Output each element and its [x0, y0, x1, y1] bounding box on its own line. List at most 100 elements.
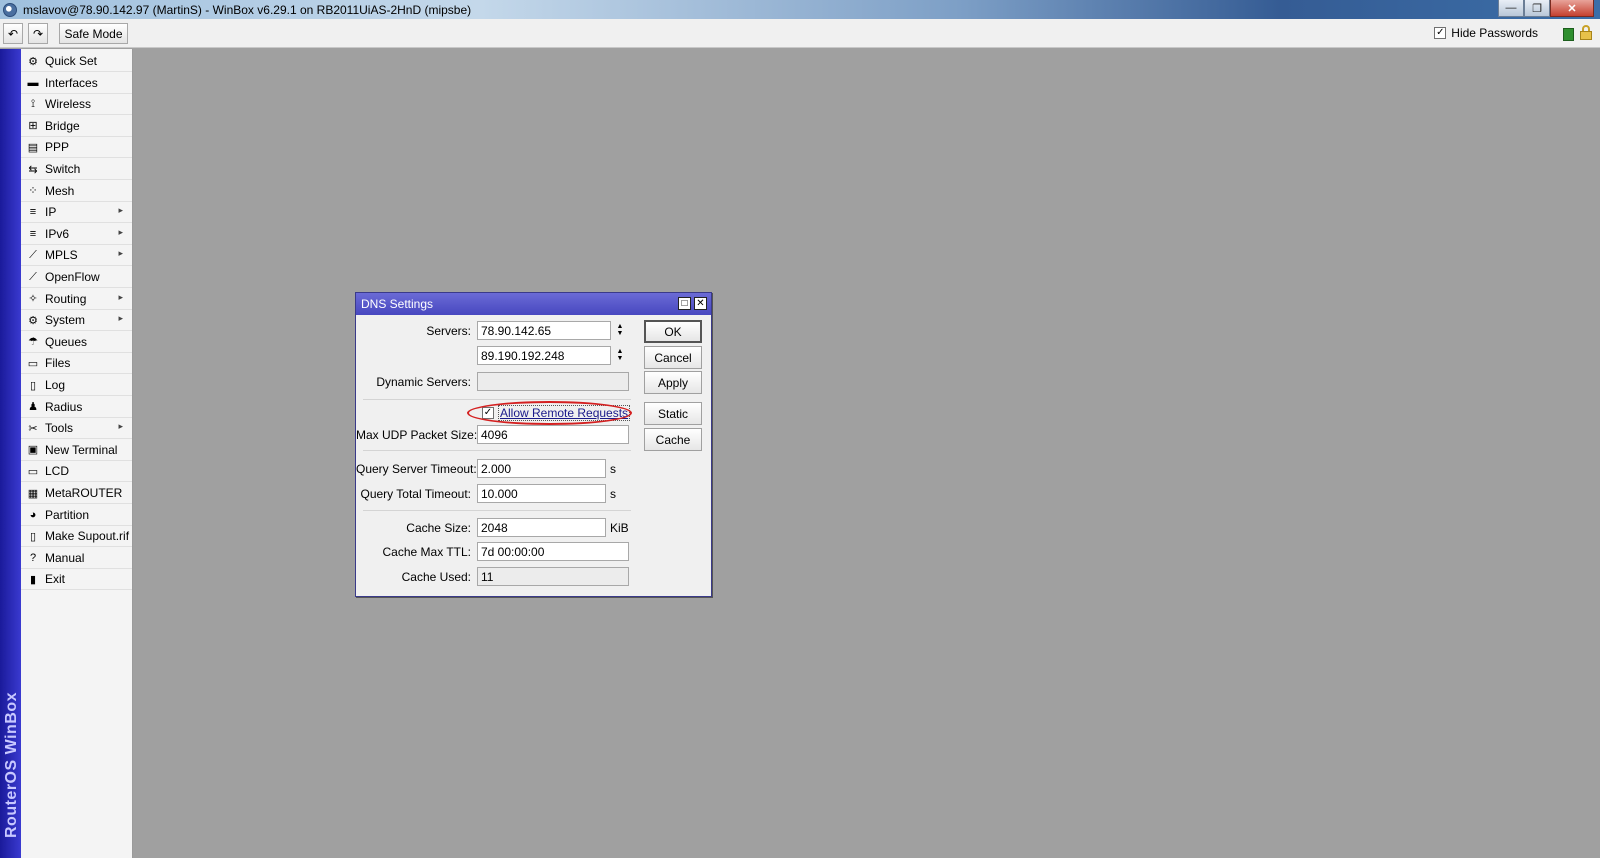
submenu-arrow-icon: ▸: [118, 205, 123, 216]
mesh-icon: ⁘: [28, 185, 38, 198]
server-1-updown-icon[interactable]: ▲ ▼: [615, 323, 625, 337]
menu-item-system[interactable]: ⚙ System ▸: [21, 310, 132, 332]
max-udp-packet-size-input[interactable]: 4096: [477, 425, 629, 444]
menu-item-label: New Terminal: [45, 442, 118, 457]
main-menu: ⚙ Quick Set ▬ Interfaces ⟟ Wireless ⊞ Bridge ▤ PP…: [21, 49, 133, 858]
bridge-icon: ⊞: [28, 120, 38, 133]
dialog-maximize-icon[interactable]: □: [678, 297, 691, 310]
menu-item-ip[interactable]: ≡ IP ▸: [21, 202, 132, 224]
log-icon: ▯: [29, 379, 37, 392]
routing-icon: ✧: [28, 293, 38, 306]
cache-size-label: Cache Size:: [406, 521, 471, 535]
menu-item-label: MetaROUTER: [45, 486, 123, 500]
menu-item-terminal[interactable]: ▣ New Terminal: [21, 440, 132, 461]
mpls-icon: ⟋: [29, 248, 37, 261]
dns-settings-dialog: DNS Settings □ ✕ Servers: 78.90.142.65 ▲…: [355, 292, 712, 597]
menu-item-ppp[interactable]: ▤ PPP: [21, 137, 132, 159]
submenu-arrow-icon: ▸: [118, 248, 123, 259]
query-server-timeout-unit: s: [610, 462, 616, 476]
menu-item-files[interactable]: ▭ Files: [21, 353, 132, 375]
ip-icon: ≡: [29, 206, 37, 219]
submenu-arrow-icon: ▸: [118, 226, 123, 237]
menu-item-exit[interactable]: ▮ Exit: [21, 569, 132, 591]
menu-item-label: Manual: [45, 550, 85, 565]
menu-item-label: System: [45, 313, 86, 328]
menu-item-queues[interactable]: ☂ Queues: [21, 332, 132, 353]
separator: [363, 399, 631, 400]
menu-item-label: Mesh: [45, 183, 75, 198]
max-udp-packet-size-label: Max UDP Packet Size:: [356, 428, 478, 442]
cancel-button[interactable]: Cancel: [644, 346, 702, 369]
redo-button[interactable]: ↷: [28, 23, 48, 44]
dialog-close-icon[interactable]: ✕: [694, 297, 707, 310]
ok-button[interactable]: OK: [644, 320, 702, 343]
close-window-button[interactable]: ✕: [1550, 0, 1594, 17]
submenu-arrow-icon: ▸: [118, 313, 123, 324]
menu-item-log[interactable]: ▯ Log: [21, 375, 132, 396]
menu-item-radius[interactable]: ♟ Radius: [21, 397, 132, 418]
menu-item-label: PPP: [45, 140, 70, 155]
static-button[interactable]: Static: [644, 402, 702, 425]
menu-item-openflow[interactable]: ⟋ OpenFlow: [21, 267, 132, 288]
menu-item-label: Exit: [45, 572, 66, 587]
menu-item-label: Log: [45, 378, 66, 392]
cache-max-ttl-input[interactable]: 7d 00:00:00: [477, 542, 629, 561]
server-2-input[interactable]: 89.190.192.248: [477, 346, 611, 365]
server-2-updown-icon[interactable]: ▲ ▼: [615, 348, 625, 362]
cache-button[interactable]: Cache: [644, 428, 702, 451]
query-server-timeout-label: Query Server Timeout:: [356, 462, 477, 476]
menu-item-mpls[interactable]: ⟋ MPLS ▸: [21, 245, 132, 267]
allow-remote-requests-checkbox[interactable]: ✓: [482, 407, 494, 419]
system-icon: ⚙: [28, 314, 38, 327]
apply-button[interactable]: Apply: [644, 371, 702, 394]
manual-icon: ?: [29, 551, 37, 564]
dialog-titlebar[interactable]: DNS Settings □ ✕: [356, 293, 711, 315]
allow-remote-requests-label[interactable]: Allow Remote Requests: [497, 405, 631, 421]
ipv6-icon: ≡: [29, 227, 37, 240]
partition-icon: ◕: [29, 508, 37, 521]
undo-icon: ↶: [7, 26, 19, 41]
restore-button[interactable]: ❐: [1524, 0, 1550, 17]
files-icon: ▭: [27, 357, 39, 370]
menu-item-label: Files: [45, 356, 71, 371]
allow-remote-requests-toggle[interactable]: ✓ Allow Remote Requests: [482, 404, 631, 422]
menu-item-partition[interactable]: ◕ Partition: [21, 505, 132, 526]
queues-icon: ☂: [28, 336, 38, 349]
menu-item-bridge[interactable]: ⊞ Bridge: [21, 116, 132, 137]
menu-item-metarouter[interactable]: ▦ MetaROUTER: [21, 483, 132, 504]
menu-item-manual[interactable]: ? Manual: [21, 548, 132, 569]
menu-item-label: MPLS: [45, 248, 78, 263]
menu-item-ipv6[interactable]: ≡ IPv6 ▸: [21, 224, 132, 245]
menu-item-routing[interactable]: ✧ Routing ▸: [21, 289, 132, 310]
interfaces-icon: ▬: [27, 76, 39, 89]
brand-sidebar: RouterOS WinBox: [0, 49, 21, 858]
menu-item-label: Bridge: [45, 118, 80, 133]
menu-item-label: OpenFlow: [45, 270, 100, 284]
minimize-button[interactable]: —: [1498, 0, 1524, 17]
menu-item-label: Partition: [45, 507, 90, 522]
cache-size-input[interactable]: 2048: [477, 518, 606, 537]
safe-mode-button[interactable]: Safe Mode: [59, 23, 128, 44]
query-server-timeout-input[interactable]: 2.000: [477, 459, 606, 478]
separator: [363, 450, 631, 451]
hide-passwords-toggle[interactable]: ✓ Hide Passwords: [1434, 26, 1538, 40]
query-total-timeout-input[interactable]: 10.000: [477, 484, 606, 503]
submenu-arrow-icon: ▸: [118, 421, 123, 432]
query-total-timeout-unit: s: [610, 487, 616, 501]
menu-item-wireless[interactable]: ⟟ Wireless: [21, 94, 132, 116]
menu-item-tools[interactable]: ✂ Tools ▸: [21, 418, 132, 440]
window-titlebar[interactable]: mslavov@78.90.142.97 (MartinS) - WinBox …: [0, 0, 1600, 19]
menu-item-quick-set[interactable]: ⚙ Quick Set: [21, 51, 132, 72]
menu-item-switch[interactable]: ⇆ Switch: [21, 159, 132, 180]
menu-item-mesh[interactable]: ⁘ Mesh: [21, 181, 132, 202]
server-1-input[interactable]: 78.90.142.65: [477, 321, 611, 340]
submenu-arrow-icon: ▸: [118, 291, 123, 302]
menu-item-lcd[interactable]: ▭ LCD: [21, 461, 132, 483]
menu-item-supout[interactable]: ▯ Make Supout.rif: [21, 526, 132, 548]
separator: [363, 510, 631, 511]
undo-button[interactable]: ↶: [3, 23, 23, 44]
connection-status-icon: [1563, 28, 1574, 41]
radius-icon: ♟: [28, 401, 38, 414]
hide-passwords-checkbox[interactable]: ✓: [1434, 27, 1447, 39]
menu-item-interfaces[interactable]: ▬ Interfaces: [21, 73, 132, 94]
